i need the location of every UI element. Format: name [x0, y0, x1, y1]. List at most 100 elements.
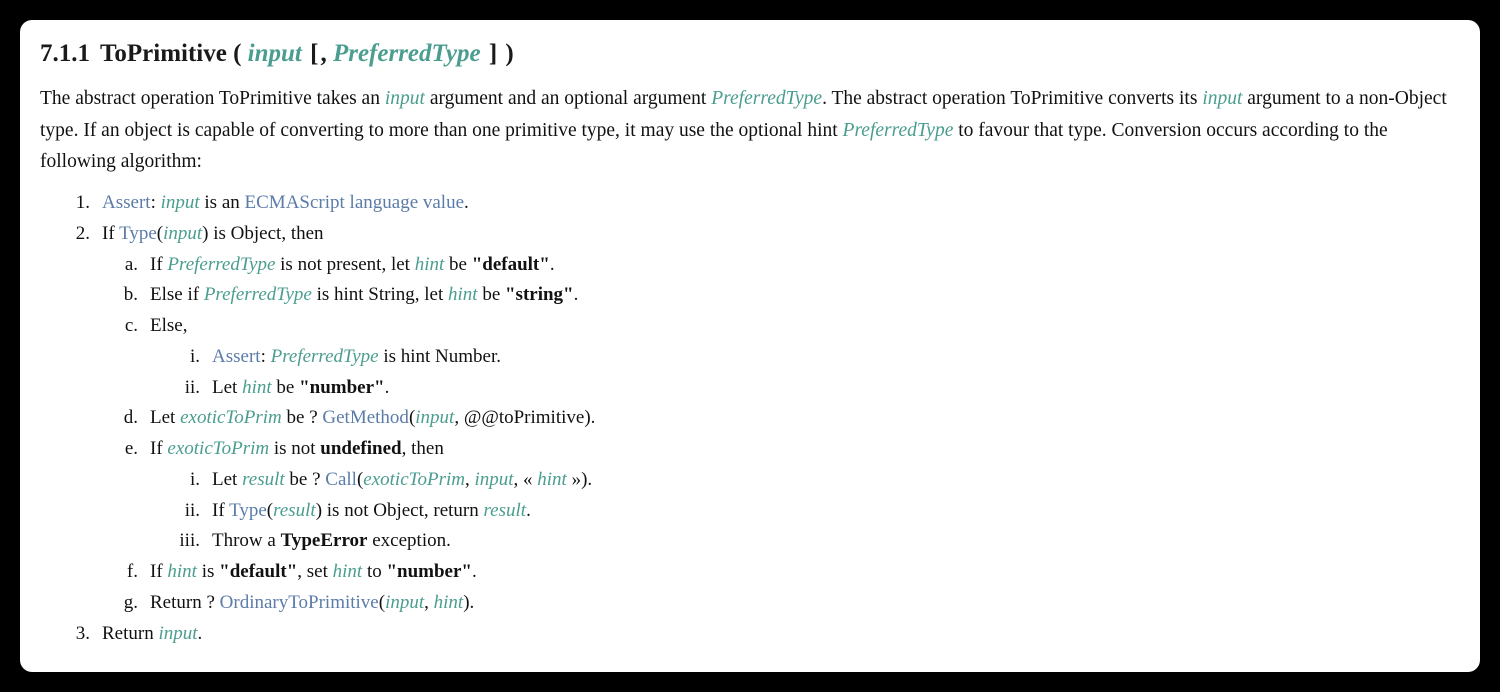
- step2b-text-1: Else if: [150, 284, 204, 306]
- algorithm-substeps-2e: i. Let result be ? Call(exoticToPrim, in…: [150, 465, 1458, 557]
- algorithm-step-2e-i: i. Let result be ? Call(exoticToPrim, in…: [150, 465, 1458, 496]
- step-marker: ii.: [184, 499, 200, 521]
- step-body: Else if PreferredType is hint String, le…: [150, 280, 1458, 311]
- step2ei-var-hint: hint: [537, 468, 567, 490]
- step2eii-var-result: result: [273, 499, 316, 521]
- step2f-literal-default: "default": [219, 561, 298, 583]
- step-marker: 2.: [75, 222, 90, 244]
- step-marker: iii.: [179, 530, 200, 552]
- algorithm-step-1: 1. Assert: input is an ECMAScript langua…: [40, 188, 1458, 219]
- getmethod-link[interactable]: GetMethod: [322, 407, 409, 428]
- step2b-text-3: be: [477, 284, 505, 306]
- step2eiii-text-1: Throw a: [212, 530, 281, 552]
- step2-text-1: If: [102, 222, 120, 244]
- step2a-var-hint: hint: [414, 253, 445, 275]
- step2-var-input: input: [163, 222, 203, 244]
- step2ei-text-2: be ?: [284, 468, 326, 490]
- step2ei-var-input: input: [474, 468, 514, 490]
- assert-link[interactable]: Assert: [212, 346, 261, 367]
- step2eii-text-2: is not Object, return: [322, 499, 484, 521]
- type-link[interactable]: Type: [119, 223, 157, 244]
- step2d-text-1: Let: [150, 407, 181, 429]
- algorithm-step-2: 2. If Type(input) is Object, then a. If …: [40, 219, 1458, 619]
- ordinarytoprimitive-link[interactable]: OrdinaryToPrimitive: [220, 592, 379, 613]
- step2eii-text-1: If: [212, 499, 230, 521]
- signature-param-input: input: [247, 40, 302, 67]
- step-marker: 1.: [75, 191, 90, 213]
- step2cii-text-2: be: [271, 376, 300, 398]
- step-marker: c.: [124, 315, 138, 337]
- step2e-keyword-undefined: undefined: [320, 438, 402, 460]
- spec-page-panel: 7.1.1 ToPrimitive ( input [, PreferredTyp…: [20, 20, 1480, 672]
- step3-var-input: input: [158, 622, 198, 644]
- step-body: Throw a TypeError exception.: [212, 526, 1458, 557]
- page-title: 7.1.1 ToPrimitive ( input [, PreferredTyp…: [40, 38, 1458, 69]
- algorithm-substeps-2c: i. Assert: PreferredType is hint Number.…: [150, 342, 1458, 404]
- step-body: If hint is "default", set hint to "numbe…: [150, 557, 1458, 588]
- algorithm-step-2a: a. If PreferredType is not present, let …: [102, 250, 1458, 281]
- intro-text-2: argument and an optional argument: [424, 88, 712, 110]
- step2a-text-3: be: [444, 253, 472, 275]
- step2ei-guillemet-open: , «: [513, 468, 538, 490]
- algorithm-step-2e-ii: ii. If Type(result) is not Object, retur…: [150, 496, 1458, 527]
- algorithm-step-2c-i: i. Assert: PreferredType is hint Number.: [150, 342, 1458, 373]
- step2d-period: .: [590, 407, 596, 429]
- assert-link[interactable]: Assert: [102, 192, 151, 213]
- signature-close-paren: ): [505, 40, 514, 67]
- algorithm-step-3: 3. Return input.: [40, 619, 1458, 650]
- step2-text-2: is Object, then: [208, 222, 324, 244]
- clause-number: 7.1.1: [40, 40, 90, 67]
- step2f-text-2: is: [196, 561, 220, 583]
- step1-text-1: is an: [199, 191, 245, 213]
- step1-var-input: input: [160, 191, 200, 213]
- signature-param-preferredtype: PreferredType: [332, 40, 481, 67]
- step2ei-period: .: [587, 468, 593, 490]
- step2g-text-1: Return ?: [150, 591, 220, 613]
- step2ei-guillemet-close: »: [566, 468, 582, 490]
- step2a-text-1: If: [150, 253, 168, 275]
- algorithm-step-2g: g. Return ? OrdinaryToPrimitive(input, h…: [102, 588, 1458, 619]
- step2ci-text-1: is hint Number.: [378, 345, 502, 367]
- algorithm-step-2c: c. Else, i. Assert: PreferredType is hin…: [102, 311, 1458, 403]
- step2eiii-keyword-typeerror: TypeError: [280, 530, 368, 552]
- signature-open-bracket: [: [310, 40, 319, 67]
- call-link[interactable]: Call: [325, 469, 357, 490]
- step2f-var-hint: hint: [167, 561, 197, 583]
- step2d-comma: ,: [454, 407, 464, 429]
- step-marker: e.: [124, 438, 138, 460]
- step2eiii-text-2: exception.: [367, 530, 451, 552]
- intro-var-input-1: input: [384, 88, 425, 110]
- step3-period: .: [197, 622, 203, 644]
- ecmascript-language-value-link[interactable]: ECMAScript language value: [245, 192, 465, 213]
- step-body: If PreferredType is not present, let hin…: [150, 250, 1458, 281]
- step2cii-period: .: [384, 376, 390, 398]
- step2e-var-exotictoprim: exoticToPrim: [167, 438, 270, 460]
- step2d-text-2: be ?: [281, 407, 323, 429]
- step2a-literal-default: "default": [471, 253, 550, 275]
- algorithm-step-2b: b. Else if PreferredType is hint String,…: [102, 280, 1458, 311]
- step2eii-var-result-2: result: [483, 499, 527, 521]
- step2a-var-preferredtype: PreferredType: [167, 253, 276, 275]
- step2eii-period: .: [526, 499, 531, 521]
- intro-text-1: The abstract operation ToPrimitive takes…: [40, 88, 385, 110]
- step-marker: 3.: [75, 622, 90, 644]
- step-body: Assert: input is an ECMAScript language …: [102, 188, 1458, 219]
- step2a-period: .: [549, 253, 555, 275]
- step2d-var-exotictoprim: exoticToPrim: [180, 407, 282, 429]
- intro-var-preferredtype-2: PreferredType: [842, 119, 954, 141]
- type-link[interactable]: Type: [229, 500, 267, 521]
- signature-close-bracket: ]: [488, 40, 498, 67]
- algorithm-step-2e: e. If exoticToPrim is not undefined, the…: [102, 434, 1458, 557]
- step2ci-colon: :: [260, 345, 271, 367]
- step2cii-text-1: Let: [212, 376, 243, 398]
- step2f-period: .: [471, 561, 477, 583]
- step2b-var-hint: hint: [448, 284, 478, 306]
- step2e-text-3: , then: [401, 438, 444, 460]
- step2cii-var-hint: hint: [242, 376, 272, 398]
- algorithm-step-2e-iii: iii. Throw a TypeError exception.: [150, 526, 1458, 557]
- spec-content: 7.1.1 ToPrimitive ( input [, PreferredTyp…: [20, 20, 1480, 649]
- step3-text-1: Return: [102, 622, 159, 644]
- step-marker: b.: [123, 284, 138, 306]
- intro-paragraph: The abstract operation ToPrimitive takes…: [40, 83, 1458, 178]
- step-body: Return input.: [102, 619, 1458, 650]
